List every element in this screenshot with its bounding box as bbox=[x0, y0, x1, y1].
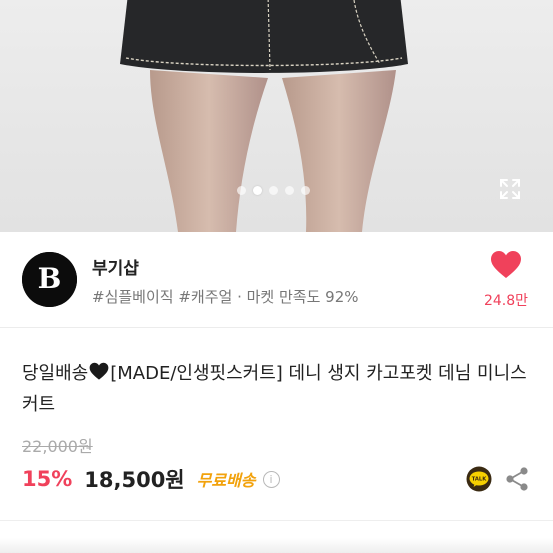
like-count: 24.8만 bbox=[483, 293, 529, 309]
carousel-dots bbox=[237, 186, 310, 195]
carousel-dot[interactable] bbox=[269, 186, 278, 195]
shop-hashtags: #심플베이직 #캐주얼 bbox=[92, 288, 233, 306]
skirt-illustration bbox=[120, 0, 408, 73]
kakao-talk-label: TALK bbox=[472, 477, 487, 483]
carousel-dot-active[interactable] bbox=[253, 186, 262, 195]
discount-rate: 15% bbox=[22, 467, 73, 491]
share-icon[interactable] bbox=[505, 466, 529, 492]
product-image[interactable] bbox=[0, 0, 553, 232]
like-button[interactable]: 24.8만 bbox=[476, 246, 536, 310]
same-day-label: 당일배송 bbox=[22, 363, 89, 384]
heart-icon bbox=[491, 251, 521, 278]
black-heart-icon bbox=[89, 362, 109, 380]
shop-tags-separator: · bbox=[232, 288, 247, 306]
info-icon[interactable]: i bbox=[262, 470, 280, 488]
price-row: 15% 18,500원 무료배송 i bbox=[22, 464, 280, 494]
shop-name[interactable]: 부기샵 bbox=[92, 254, 139, 279]
free-shipping-badge: 무료배송 bbox=[196, 471, 256, 490]
market-satisfaction: 마켓 만족도 92% bbox=[246, 288, 359, 306]
kakao-talk-icon[interactable]: TALK bbox=[466, 466, 492, 492]
product-title: 당일배송 [MADE/인생핏스커트] 데니 생지 카고포켓 데님 미니스커트 bbox=[22, 358, 532, 420]
shop-logo-icon: B bbox=[22, 252, 77, 307]
original-price: 22,000원 bbox=[22, 437, 93, 456]
shop-bar: B 부기샵 #심플베이직 #캐주얼 · 마켓 만족도 92% 24.8만 bbox=[0, 232, 553, 328]
shop-tags: #심플베이직 #캐주얼 · 마켓 만족도 92% bbox=[92, 286, 359, 307]
shop-logo-letter: B bbox=[38, 262, 62, 295]
shop-logo[interactable]: B bbox=[22, 252, 77, 307]
carousel-dot[interactable] bbox=[301, 186, 310, 195]
carousel-dot[interactable] bbox=[285, 186, 294, 195]
expand-icon[interactable] bbox=[498, 177, 522, 201]
sale-price: 18,500원 bbox=[84, 468, 185, 492]
section-divider-shadow bbox=[0, 538, 553, 553]
carousel-dot[interactable] bbox=[237, 186, 246, 195]
